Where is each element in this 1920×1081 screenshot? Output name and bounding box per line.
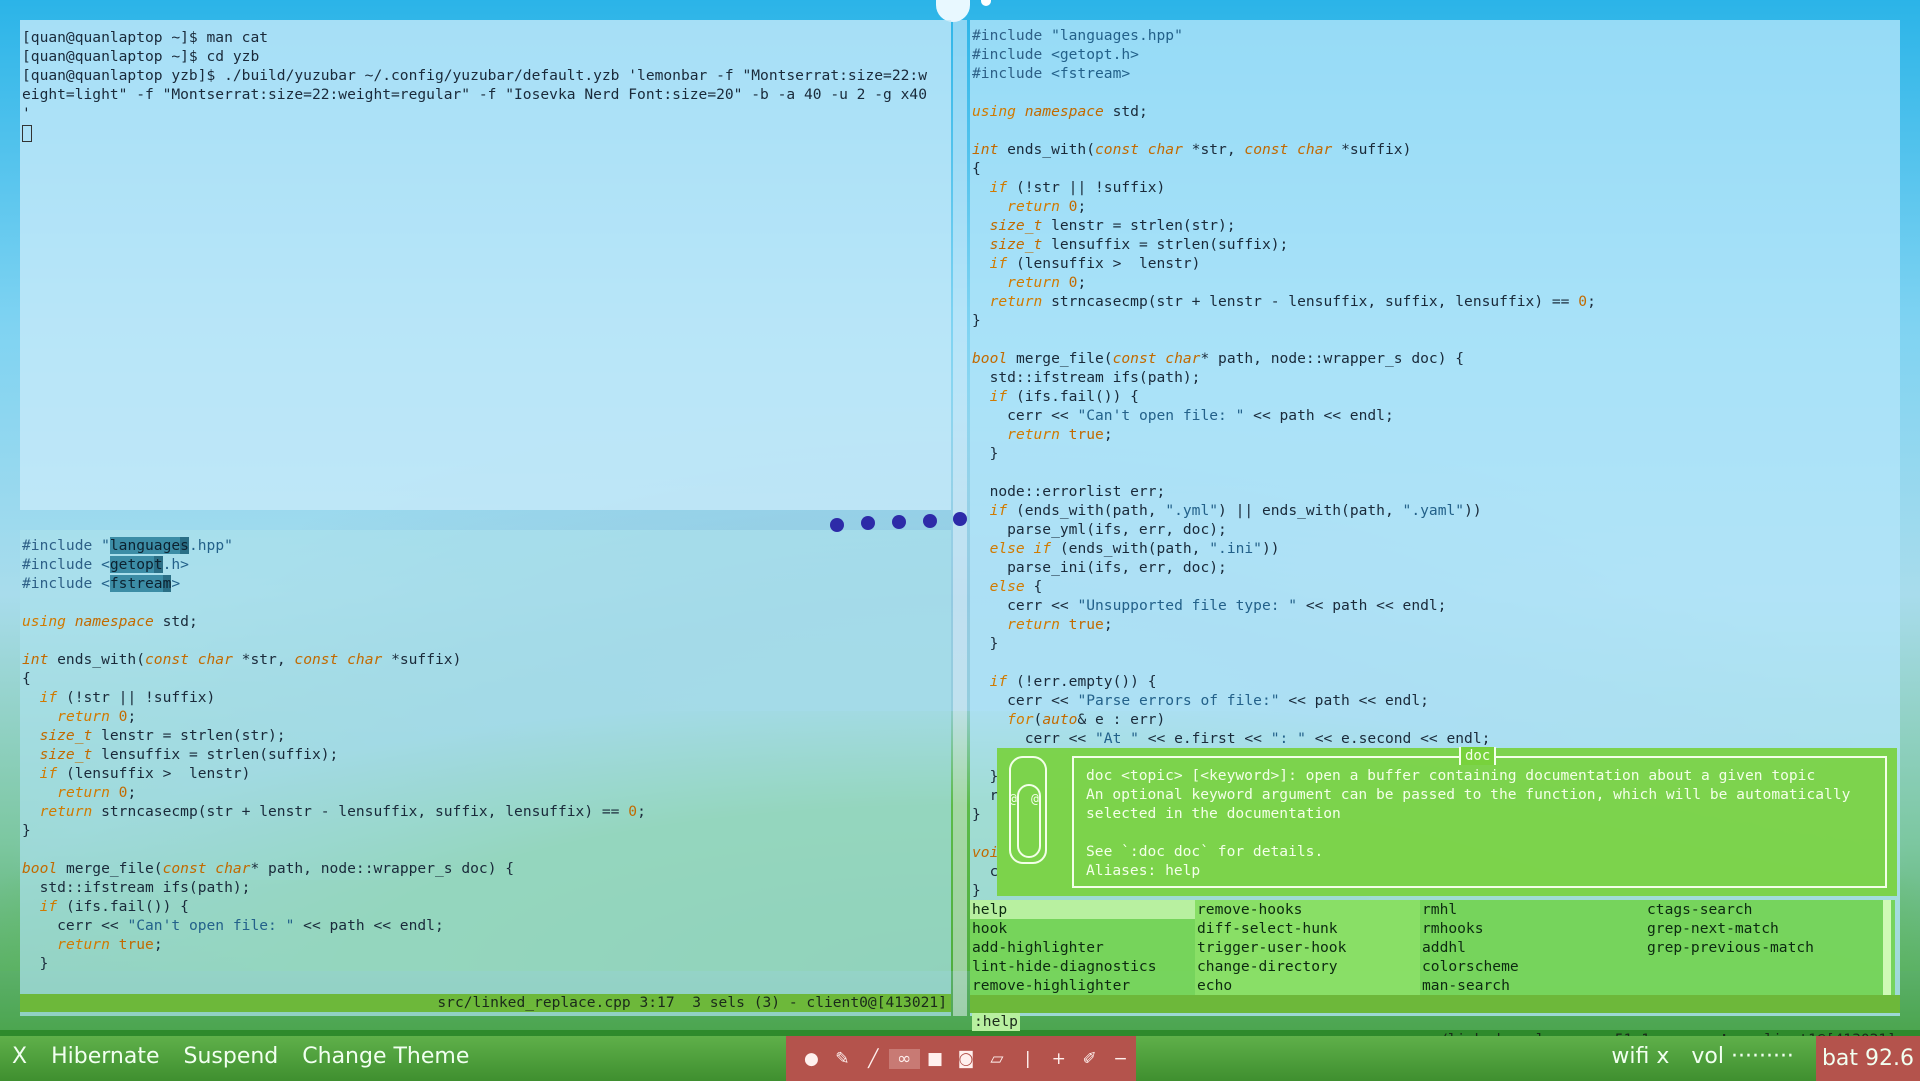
- link-icon[interactable]: ∞: [888, 1048, 920, 1069]
- doc-info-box: @ @ doc doc <topic> [<keyword>]: open a …: [997, 747, 1897, 896]
- dot: [953, 512, 967, 526]
- taskbar: X Hibernate Suspend Change Theme ● ✎ ╱ ∞…: [0, 1036, 1920, 1081]
- app-launcher: ● ✎ ╱ ∞ ■ ◙ ▱ | + ✐ −: [786, 1036, 1136, 1081]
- shape-icon[interactable]: ▱: [981, 1049, 1012, 1069]
- terminal-cursor: [22, 124, 32, 142]
- camera-icon[interactable]: ◙: [951, 1049, 982, 1069]
- completion-item[interactable]: man-search: [1420, 976, 1645, 995]
- command-prompt-input[interactable]: :help: [972, 1013, 1020, 1031]
- minus-icon[interactable]: −: [1105, 1049, 1136, 1069]
- completion-item[interactable]: change-directory: [1195, 957, 1420, 976]
- left-status-line: src/linked_replace.cpp 3:17 3 sels (3) -…: [20, 994, 951, 1012]
- clippy-icon: @ @: [1007, 754, 1055, 872]
- completion-item[interactable]: remove-highlighter: [970, 976, 1195, 995]
- pen-icon[interactable]: ✐: [1074, 1049, 1105, 1069]
- video-icon[interactable]: ■: [920, 1049, 951, 1069]
- sun-decoration: [936, 0, 970, 22]
- terminal-line: eight=light" -f "Montserrat:size=22:weig…: [22, 86, 927, 103]
- plus-icon[interactable]: +: [1043, 1049, 1074, 1069]
- close-button[interactable]: X: [12, 1044, 27, 1069]
- completion-item[interactable]: rmhl: [1420, 900, 1645, 919]
- wrench-icon[interactable]: ✎: [827, 1049, 858, 1069]
- terminal-line: ': [22, 105, 31, 122]
- dot: [923, 514, 937, 528]
- sun-decoration-small: [981, 0, 991, 6]
- right-status-line: :help src/linked_replace.cpp 51:1 prompt…: [970, 995, 1900, 1048]
- terminal-line: [quan@quanlaptop yzb]$ ./build/yuzubar ~…: [22, 67, 927, 84]
- completion-item[interactable]: addhl: [1420, 938, 1645, 957]
- terminal-line: [quan@quanlaptop ~]$ cd yzb: [22, 48, 260, 65]
- change-theme-button[interactable]: Change Theme: [302, 1044, 469, 1069]
- completion-scrollbar[interactable]: [1883, 900, 1891, 995]
- terminal-line: [quan@quanlaptop ~]$ man cat: [22, 29, 269, 46]
- hibernate-button[interactable]: Hibernate: [51, 1044, 159, 1069]
- completion-item[interactable]: help: [970, 900, 1195, 919]
- completion-item[interactable]: remove-hooks: [1195, 900, 1420, 919]
- dot: [861, 516, 875, 530]
- suspend-button[interactable]: Suspend: [183, 1044, 278, 1069]
- doc-line: Aliases: help: [1086, 862, 1201, 879]
- left-editor-pane[interactable]: #include "languages.hpp" #include <getop…: [20, 530, 951, 1016]
- dot: [830, 518, 844, 532]
- completion-item[interactable]: grep-next-match: [1645, 919, 1870, 938]
- volume-status[interactable]: vol ·········: [1691, 1044, 1794, 1081]
- completion-item[interactable]: echo: [1195, 976, 1420, 995]
- completion-item[interactable]: diff-select-hunk: [1195, 919, 1420, 938]
- completion-item[interactable]: rmhooks: [1420, 919, 1645, 938]
- completion-item[interactable]: add-highlighter: [970, 938, 1195, 957]
- completion-item[interactable]: lint-hide-diagnostics: [970, 957, 1195, 976]
- separator-icon: |: [1024, 1048, 1031, 1069]
- doc-line: doc <topic> [<keyword>]: open a buffer c…: [1086, 767, 1816, 784]
- brush-icon[interactable]: ╱: [858, 1049, 889, 1069]
- doc-line: [1086, 823, 1850, 842]
- completion-item[interactable]: grep-previous-match: [1645, 938, 1870, 957]
- wifi-status[interactable]: wifi x: [1611, 1044, 1669, 1081]
- terminal-pane[interactable]: [quan@quanlaptop ~]$ man cat [quan@quanla…: [20, 20, 951, 510]
- completion-item[interactable]: trigger-user-hook: [1195, 938, 1420, 957]
- loading-dots: [790, 512, 970, 532]
- browser-icon[interactable]: ●: [796, 1049, 827, 1069]
- doc-frame: doc doc <topic> [<keyword>]: open a buff…: [1072, 747, 1887, 888]
- doc-line: An optional keyword argument can be pass…: [1086, 786, 1851, 803]
- completion-item[interactable]: colorscheme: [1420, 957, 1645, 976]
- dot: [892, 515, 906, 529]
- doc-title: doc: [1459, 747, 1497, 765]
- battery-status: bat 92.6: [1815, 1036, 1920, 1081]
- completion-menu[interactable]: help hook add-highlighter lint-hide-diag…: [970, 900, 1895, 995]
- doc-line: See `:doc doc` for details.: [1086, 843, 1324, 860]
- completion-item[interactable]: hook: [970, 919, 1195, 938]
- doc-line: selected in the documentation: [1086, 805, 1341, 822]
- completion-item[interactable]: ctags-search: [1645, 900, 1870, 919]
